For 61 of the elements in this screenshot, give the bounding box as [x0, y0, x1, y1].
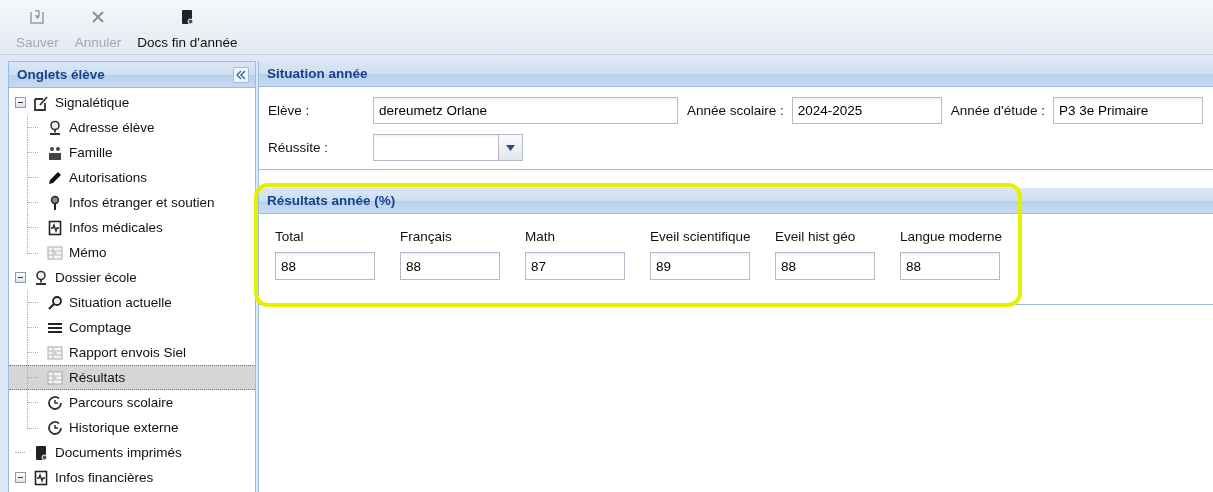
search-icon [47, 294, 63, 311]
medical-chart-icon [33, 469, 49, 486]
field-label: Français [400, 229, 453, 244]
clock-icon [47, 394, 63, 411]
tree-item[interactable]: Mémo [9, 240, 255, 265]
field-label: Année d'étude : [950, 103, 1045, 118]
collapse-toggle[interactable] [14, 272, 26, 283]
document-icon [179, 8, 196, 25]
pin-icon [47, 119, 63, 136]
grid-icon [47, 369, 63, 386]
field-label: Eveil hist géo [775, 229, 857, 244]
text-field[interactable]: 2024-2025 [791, 97, 942, 124]
close-icon [90, 8, 107, 25]
tree-item[interactable]: Famille [9, 140, 255, 165]
toolbar-button[interactable]: Docs fin d'année [129, 0, 246, 54]
tree-item[interactable]: Adresse élève [9, 115, 255, 140]
save-icon [29, 8, 46, 25]
dropdown-field[interactable] [373, 134, 523, 161]
field-label: Elève : [268, 103, 311, 118]
field-label: Eveil scientifique [650, 229, 752, 244]
pin-icon [33, 269, 49, 286]
text-field[interactable]: 87 [525, 252, 625, 280]
tree-item[interactable]: Situation actuelle [9, 290, 255, 315]
text-field[interactable]: 88 [400, 252, 500, 280]
people-icon [47, 144, 63, 161]
field-label: Math [525, 229, 556, 244]
text-field[interactable]: 89 [650, 252, 750, 280]
tree-item[interactable]: Infos médicales [9, 215, 255, 240]
grid-icon [47, 244, 63, 261]
clock-icon [47, 419, 63, 436]
tree-item[interactable]: Documents imprimés [9, 440, 255, 465]
medical-chart-icon [47, 219, 63, 236]
text-field[interactable]: 88 [275, 252, 375, 280]
tree-item[interactable]: Parcours scolaire [9, 390, 255, 415]
panel-title: Résultats année (%) [267, 193, 396, 208]
tree-item[interactable]: Dossier école [9, 265, 255, 290]
collapse-toggle[interactable] [14, 97, 26, 108]
field-label: Total [275, 229, 305, 244]
field-label: Année scolaire : [687, 103, 784, 118]
tree-item[interactable]: Historique externe [9, 415, 255, 440]
collapse-toggle[interactable] [14, 472, 26, 483]
grid-icon [47, 344, 63, 361]
tree-item[interactable]: Infos financières [9, 465, 255, 490]
collapse-button[interactable] [233, 66, 249, 83]
panel-title: Situation année [267, 66, 368, 81]
pencil-icon [47, 169, 63, 186]
tree-item[interactable]: Signalétique [9, 90, 255, 115]
caret-icon [506, 144, 515, 151]
text-field[interactable]: 88 [775, 252, 875, 280]
tree-item[interactable]: Autorisations [9, 165, 255, 190]
text-field[interactable]: dereumetz Orlane [373, 97, 678, 124]
panel-title: Onglets élève [17, 67, 105, 82]
form-icon [33, 94, 49, 111]
tree-item[interactable]: Comptage [9, 315, 255, 340]
text-field[interactable]: 88 [900, 252, 1000, 280]
text-field[interactable]: P3 3e Primaire [1053, 97, 1203, 124]
document-icon [33, 444, 49, 461]
tree-item[interactable]: Infos étranger et soutien [9, 190, 255, 215]
tree-item[interactable]: Résultats [9, 365, 255, 390]
field-label: Réussite : [268, 140, 330, 155]
field-label: Langue moderne [900, 229, 1004, 244]
